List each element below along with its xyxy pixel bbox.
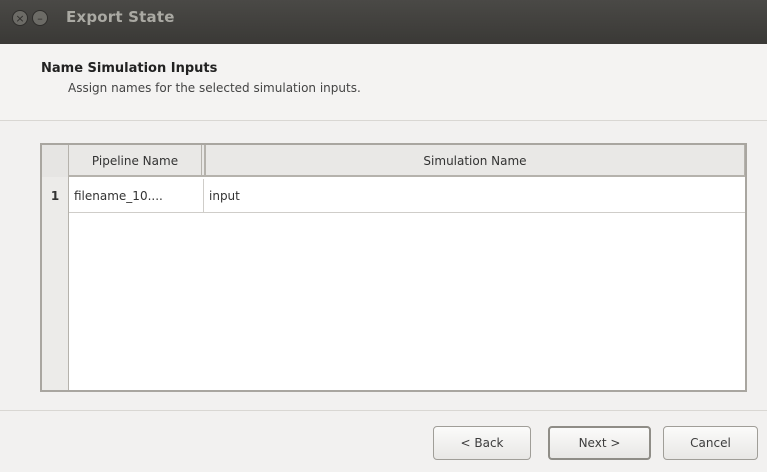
header-divider (0, 120, 767, 121)
page-subtitle: Assign names for the selected simulation… (68, 81, 361, 95)
window-title: Export State (66, 8, 175, 26)
close-icon[interactable]: × (12, 10, 28, 26)
export-state-dialog: × – Export State Name Simulation Inputs … (0, 0, 767, 472)
simulation-name-cell[interactable]: input (204, 179, 745, 213)
simulation-inputs-table[interactable]: Pipeline Name Simulation Name 1 filename… (40, 143, 747, 392)
pipeline-name-cell[interactable]: filename_10.... (69, 179, 204, 213)
page-title: Name Simulation Inputs (41, 61, 218, 76)
title-bar: × – Export State (0, 0, 767, 44)
footer-divider (0, 410, 767, 411)
minimize-icon[interactable]: – (32, 10, 48, 26)
cancel-button[interactable]: Cancel (663, 426, 758, 460)
back-button[interactable]: < Back (433, 426, 531, 460)
table-corner[interactable] (42, 145, 69, 177)
row-number[interactable]: 1 (42, 179, 69, 213)
column-header-simulation-name[interactable]: Simulation Name (204, 145, 745, 177)
column-header-pipeline-name[interactable]: Pipeline Name (69, 145, 202, 177)
wizard-header: Name Simulation Inputs Assign names for … (0, 44, 767, 120)
table-row[interactable]: 1 filename_10.... input (42, 179, 745, 213)
next-button[interactable]: Next > (548, 426, 651, 460)
table-header: Pipeline Name Simulation Name (42, 145, 745, 177)
